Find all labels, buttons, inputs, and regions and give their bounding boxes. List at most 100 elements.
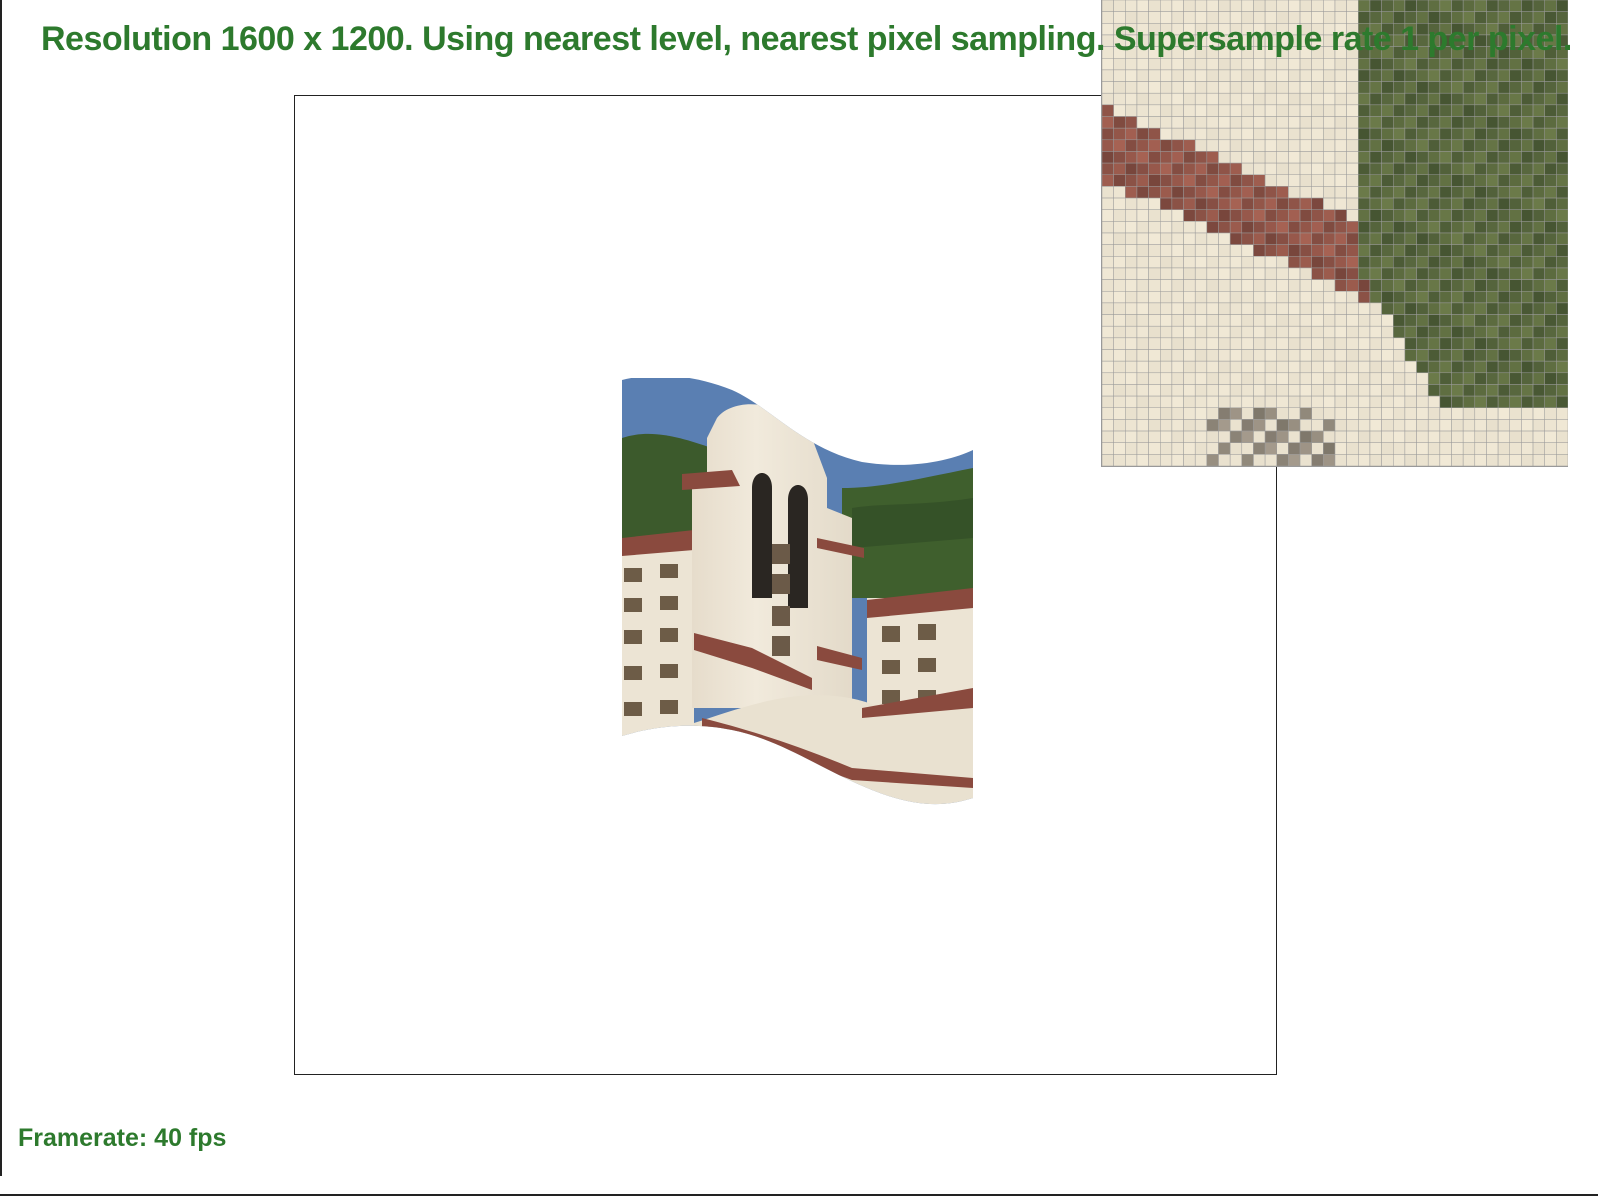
zoom-pixel-cell [1439, 256, 1452, 269]
zoom-pixel-cell [1556, 104, 1568, 117]
zoom-pixel-cell [1264, 139, 1277, 152]
zoom-pixel-cell [1276, 139, 1289, 152]
zoom-pixel-cell [1544, 69, 1557, 82]
zoom-pixel-cell [1544, 58, 1557, 71]
zoom-pixel-cell [1160, 197, 1173, 210]
zoom-pixel-cell [1241, 232, 1254, 245]
zoom-pixel-cell [1369, 302, 1382, 315]
zoom-pixel-cell [1253, 325, 1266, 339]
zoom-pixel-cell [1532, 244, 1545, 257]
zoom-pixel-cell [1358, 419, 1371, 432]
zoom-pixel-cell [1136, 302, 1149, 315]
zoom-pixel-cell [1218, 267, 1231, 280]
zoom-pixel-cell [1194, 349, 1208, 362]
zoom-pixel-cell [1556, 384, 1568, 397]
zoom-pixel-cell [1276, 349, 1289, 362]
zoom-pixel-cell [1183, 314, 1196, 327]
zoom-pixel-cell [1253, 267, 1266, 280]
zoom-pixel-cell [1276, 314, 1289, 327]
zoom-pixel-cell [1194, 395, 1208, 408]
zoom-pixel-cell [1381, 162, 1394, 175]
zoom-pixel-cell [1404, 337, 1417, 350]
zoom-pixel-cell [1393, 197, 1406, 210]
zoom-pixel-cell [1544, 174, 1557, 187]
zoom-pixel-cell [1323, 349, 1336, 362]
zoom-pixel-cell [1393, 69, 1406, 82]
zoom-pixel-cell [1346, 209, 1359, 222]
zoom-pixel-cell [1102, 116, 1114, 129]
zoom-pixel-cell [1125, 430, 1138, 443]
zoom-pixel-cell [1532, 267, 1545, 280]
zoom-pixel-cell [1229, 454, 1243, 466]
zoom-pixel-cell [1532, 291, 1545, 304]
zoom-pixel-cell [1486, 267, 1499, 280]
zoom-pixel-cell [1346, 314, 1359, 327]
zoom-pixel-cell [1497, 454, 1510, 466]
zoom-pixel-cell [1532, 442, 1545, 455]
zoom-pixel-cell [1183, 232, 1196, 245]
zoom-pixel-cell [1299, 151, 1312, 164]
zoom-pixel-cell [1369, 104, 1382, 117]
zoom-pixel-cell [1241, 384, 1254, 397]
zoom-pixel-cell [1113, 221, 1126, 234]
zoom-pixel-cell [1532, 419, 1545, 432]
zoom-pixel-cell [1462, 174, 1476, 187]
zoom-pixel-cell [1323, 232, 1336, 245]
zoom-pixel-cell [1171, 395, 1184, 408]
zoom-pixel-cell [1206, 442, 1219, 455]
zoom-pixel-cell [1451, 197, 1464, 210]
zoom-pixel-cell [1462, 267, 1476, 280]
zoom-pixel-cell [1404, 186, 1417, 199]
zoom-pixel-cell [1451, 430, 1464, 443]
zoom-pixel-cell [1497, 232, 1510, 245]
zoom-pixel-cell [1299, 139, 1312, 152]
zoom-pixel-cell [1439, 162, 1452, 175]
zoom-pixel-cell [1206, 454, 1219, 466]
zoom-pixel-cell [1288, 419, 1301, 432]
zoom-pixel-cell [1299, 442, 1312, 455]
zoom-pixel-cell [1427, 186, 1441, 199]
zoom-pixel-cell [1393, 127, 1406, 141]
zoom-pixel-cell [1486, 221, 1499, 234]
zoom-pixel-cell [1439, 151, 1452, 164]
zoom-pixel-cell [1404, 325, 1417, 339]
zoom-pixel-cell [1102, 151, 1114, 164]
zoom-pixel-cell [1323, 0, 1336, 12]
zoom-pixel-cell [1125, 127, 1138, 141]
zoom-pixel-cell [1404, 162, 1417, 175]
zoom-pixel-cell [1160, 81, 1173, 94]
zoom-pixel-cell [1381, 197, 1394, 210]
zoom-pixel-cell [1264, 244, 1277, 257]
zoom-pixel-cell [1334, 419, 1347, 432]
zoom-pixel-cell [1521, 384, 1534, 397]
zoom-pixel-cell [1183, 337, 1196, 350]
zoom-pixel-cell [1369, 162, 1382, 175]
zoom-pixel-cell [1439, 454, 1452, 466]
zoom-pixel-cell [1311, 302, 1324, 315]
zoom-pixel-cell [1148, 325, 1161, 339]
zoom-pixel-cell [1194, 419, 1208, 432]
zoom-pixel-cell [1160, 442, 1173, 455]
zoom-pixel-cell [1171, 349, 1184, 362]
zoom-pixel-cell [1544, 81, 1557, 94]
zoom-pixel-cell [1148, 232, 1161, 245]
zoom-pixel-cell [1404, 419, 1417, 432]
zoom-pixel-cell [1556, 186, 1568, 199]
zoom-pixel-cell [1299, 92, 1312, 106]
zoom-pixel-cell [1323, 360, 1336, 374]
zoom-pixel-cell [1427, 314, 1441, 327]
zoom-pixel-cell [1532, 454, 1545, 466]
zoom-pixel-cell [1404, 244, 1417, 257]
zoom-pixel-cell [1206, 384, 1219, 397]
zoom-pixel-cell [1206, 69, 1219, 82]
zoom-pixel-cell [1102, 279, 1114, 292]
zoom-pixel-cell [1160, 384, 1173, 397]
zoom-pixel-cell [1474, 69, 1487, 82]
zoom-pixel-cell [1113, 407, 1126, 420]
zoom-pixel-cell [1276, 92, 1289, 106]
zoom-pixel-cell [1113, 325, 1126, 339]
zoom-pixel-cell [1532, 58, 1545, 71]
zoom-pixel-cell [1229, 349, 1243, 362]
zoom-pixel-cell [1509, 58, 1522, 71]
zoom-pixel-cell [1194, 197, 1208, 210]
